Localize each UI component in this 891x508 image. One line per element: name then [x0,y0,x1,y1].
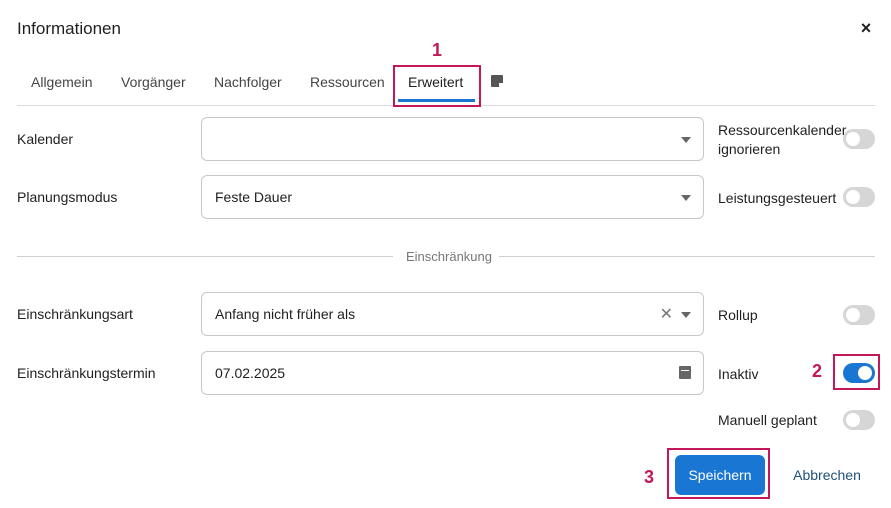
close-icon[interactable]: × [857,18,875,38]
planungsmodus-value: Feste Dauer [215,189,293,205]
tab-vorgaenger[interactable]: Vorgänger [121,74,186,90]
toggle-knob [846,132,860,146]
leistungsgesteuert-label: Leistungsgesteuert [718,190,837,206]
einschraenkungsart-value: Anfang nicht früher als [215,306,356,322]
clear-icon[interactable]: ✕ [660,304,673,324]
calendar-icon[interactable] [679,366,691,379]
callout-2: 2 [812,361,823,381]
note-icon[interactable] [491,75,503,87]
ressourcenkalender-toggle[interactable] [843,129,875,149]
ressourcenkalender-label-line1: Ressourcenkalender [718,122,847,138]
toggle-knob [846,190,860,204]
tab-nachfolger[interactable]: Nachfolger [214,74,282,90]
rollup-toggle[interactable] [843,305,875,325]
kalender-label: Kalender [17,131,74,147]
einschraenkungstermin-input[interactable]: 07.02.2025 [201,351,704,395]
dialog-title: Informationen [17,19,121,38]
highlight-box-tab [393,65,481,107]
tab-allgemein[interactable]: Allgemein [31,74,92,90]
einschraenkungsart-label: Einschränkungsart [17,306,133,322]
rollup-label: Rollup [718,307,758,323]
toggle-knob [846,413,860,427]
chevron-down-icon[interactable] [681,137,691,143]
tab-ressourcen[interactable]: Ressourcen [310,74,385,90]
callout-3: 3 [644,467,655,487]
einschraenkungsart-select[interactable]: Anfang nicht früher als ✕ [201,292,704,336]
cancel-button[interactable]: Abbrechen [786,455,868,495]
einschraenkungstermin-value: 07.02.2025 [215,365,286,381]
kalender-select[interactable] [201,117,704,161]
leistungsgesteuert-toggle[interactable] [843,187,875,207]
manuell-geplant-label: Manuell geplant [718,412,817,428]
chevron-down-icon[interactable] [681,195,691,201]
toggle-knob [858,366,872,380]
save-button[interactable]: Speichern [675,455,765,495]
planungsmodus-label: Planungsmodus [17,189,118,205]
inaktiv-label: Inaktiv [718,366,759,382]
section-divider-left [17,256,393,257]
manuell-geplant-toggle[interactable] [843,410,875,430]
section-divider-label: Einschränkung [406,249,492,264]
callout-1: 1 [432,40,443,60]
inaktiv-toggle[interactable] [843,363,875,383]
einschraenkungstermin-label: Einschränkungstermin [17,365,156,381]
chevron-down-icon[interactable] [681,312,691,318]
ressourcenkalender-label-line2: ignorieren [718,141,781,157]
toggle-knob [846,308,860,322]
planungsmodus-select[interactable]: Feste Dauer [201,175,704,219]
section-divider-right [499,256,875,257]
